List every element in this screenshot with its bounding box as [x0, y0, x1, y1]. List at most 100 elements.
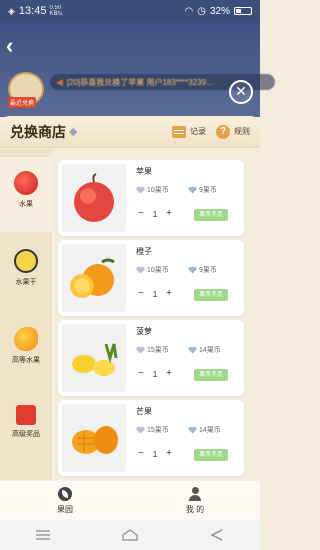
coin-gem-icon — [136, 426, 145, 434]
minus-button[interactable]: − — [136, 208, 146, 220]
category-label: 水果 — [19, 201, 33, 208]
minus-button[interactable]: − — [136, 368, 146, 380]
recent-exchange-label: 最近兑换 — [8, 97, 37, 108]
diamond-gem-icon — [188, 266, 197, 274]
nav-orchard[interactable]: 果园 — [0, 481, 130, 520]
battery-icon — [234, 7, 252, 15]
coin-gem-icon — [136, 346, 145, 354]
home-icon[interactable] — [120, 528, 140, 542]
megaphone-icon: ◀ — [56, 76, 63, 87]
record-icon — [172, 125, 186, 138]
product-name: 橙子 — [136, 247, 152, 256]
pineapple-illustration — [72, 343, 118, 376]
plus-button[interactable]: + — [164, 368, 174, 380]
status-bar: ◈ 13:45 0.50 KB/s ◠ ◷ 32% — [0, 0, 260, 22]
orange-illustration — [70, 258, 115, 298]
coin-gem-icon — [136, 266, 145, 274]
product-name: 菠萝 — [136, 327, 152, 336]
plus-button[interactable]: + — [164, 208, 174, 220]
diamond-gem-icon — [188, 426, 197, 434]
quantity-value: 1 — [152, 449, 158, 459]
quantity-stepper: − 1 + — [136, 288, 174, 300]
menu-icon[interactable] — [33, 528, 53, 542]
exchange-button[interactable]: 果币不足 — [194, 209, 228, 221]
price-diamond: 14果币 — [199, 427, 221, 434]
close-button[interactable]: ✕ — [229, 80, 253, 104]
status-time: 13:45 — [18, 5, 47, 17]
plus-button[interactable]: + — [164, 448, 174, 460]
battery-level: 32% — [209, 5, 230, 17]
exchange-button[interactable]: 果币不足 — [194, 289, 228, 301]
category-dried-fruit[interactable]: 水果干 — [0, 235, 52, 310]
quantity-stepper: − 1 + — [136, 448, 174, 460]
quantity-value: 1 — [152, 209, 158, 219]
category-label: 水果干 — [15, 279, 37, 286]
diamond-gem-icon — [188, 346, 197, 354]
nav-label: 我 的 — [185, 505, 205, 514]
price-diamond: 14果币 — [199, 347, 221, 354]
minus-button[interactable]: − — [136, 288, 146, 300]
category-premium-prize[interactable]: 高级奖品 — [0, 391, 52, 466]
mango-illustration — [72, 426, 118, 454]
quantity-value: 1 — [152, 289, 158, 299]
category-premium-fruit[interactable]: 高等水果 — [0, 313, 52, 388]
question-icon: ? — [216, 124, 230, 139]
plus-button[interactable]: + — [164, 288, 174, 300]
category-sidebar: 水果 水果干 高等水果 高级奖品 — [0, 149, 52, 493]
shop-header: 兑换商店 ◆ 记录 ? 规则 — [0, 116, 260, 148]
nav-mine[interactable]: 我 的 — [130, 481, 260, 520]
wifi-icon: ◠ — [184, 5, 194, 17]
shop-panel: 兑换商店 ◆ 记录 ? 规则 水果 水果干 高等水果 高级奖品 苹果 10果币 … — [0, 116, 260, 493]
price-row: 15果币 14果币 — [136, 345, 240, 355]
rules-button[interactable]: ? 规则 — [216, 124, 250, 139]
price-coin: 15果币 — [147, 427, 169, 434]
diamond-gem-icon — [188, 186, 197, 194]
dried-fruit-icon — [14, 249, 38, 273]
orange-image — [62, 244, 126, 312]
minus-button[interactable]: − — [136, 448, 146, 460]
price-row: 10果币 9果币 — [136, 265, 240, 275]
apple-image — [62, 164, 126, 232]
quantity-value: 1 — [152, 369, 158, 379]
pineapple-image — [62, 324, 126, 392]
product-card-apple: 苹果 10果币 9果币 − 1 + 果币不足 — [58, 160, 244, 236]
apple-icon — [14, 171, 38, 195]
product-card-mango: 芒果 15果币 14果币 − 1 + 果币不足 — [58, 400, 244, 476]
user-icon — [188, 487, 202, 501]
mango-icon — [14, 327, 38, 351]
network-speed-unit: KB/s — [49, 11, 63, 17]
header-background — [0, 22, 260, 117]
category-label: 高级奖品 — [12, 431, 40, 438]
nav-label: 果园 — [57, 505, 73, 514]
product-card-pineapple: 菠萝 15果币 14果币 − 1 + 果币不足 — [58, 320, 244, 396]
leaf-icon — [58, 487, 72, 501]
product-name: 苹果 — [136, 167, 152, 176]
price-row: 10果币 9果币 — [136, 185, 240, 195]
marquee-text: [20]恭喜我兑换了苹果 用户183****3239... — [66, 77, 213, 87]
product-card-orange: 橙子 10果币 9果币 − 1 + 果币不足 — [58, 240, 244, 316]
apple-illustration — [74, 173, 114, 222]
category-label: 高等水果 — [12, 357, 40, 364]
exchange-button[interactable]: 果币不足 — [194, 369, 228, 381]
price-row: 15果币 14果币 — [136, 425, 240, 435]
price-coin: 10果币 — [147, 187, 169, 194]
quantity-stepper: − 1 + — [136, 208, 174, 220]
network-speed: 0.50 KB/s — [49, 5, 62, 17]
diamond-icon: ◆ — [69, 126, 78, 138]
status-right: ◠ ◷ 32% — [185, 6, 252, 17]
back-nav-icon[interactable] — [207, 528, 227, 542]
price-diamond: 9果币 — [199, 187, 217, 194]
app-logo-icon: ◈ — [8, 5, 15, 16]
system-nav-bar — [0, 520, 260, 550]
shop-title: 兑换商店 — [10, 123, 66, 140]
alarm-icon: ◷ — [197, 5, 206, 17]
record-button[interactable]: 记录 — [172, 125, 206, 138]
exchange-button[interactable]: 果币不足 — [194, 449, 228, 461]
price-coin: 10果币 — [147, 267, 169, 274]
back-arrow-icon[interactable]: ‹ — [6, 33, 13, 59]
product-name: 芒果 — [136, 407, 152, 416]
category-fruit[interactable]: 水果 — [0, 157, 52, 232]
rules-label: 规则 — [234, 127, 250, 136]
bottom-nav: 果园 我 的 — [0, 480, 260, 520]
quantity-stepper: − 1 + — [136, 368, 174, 380]
